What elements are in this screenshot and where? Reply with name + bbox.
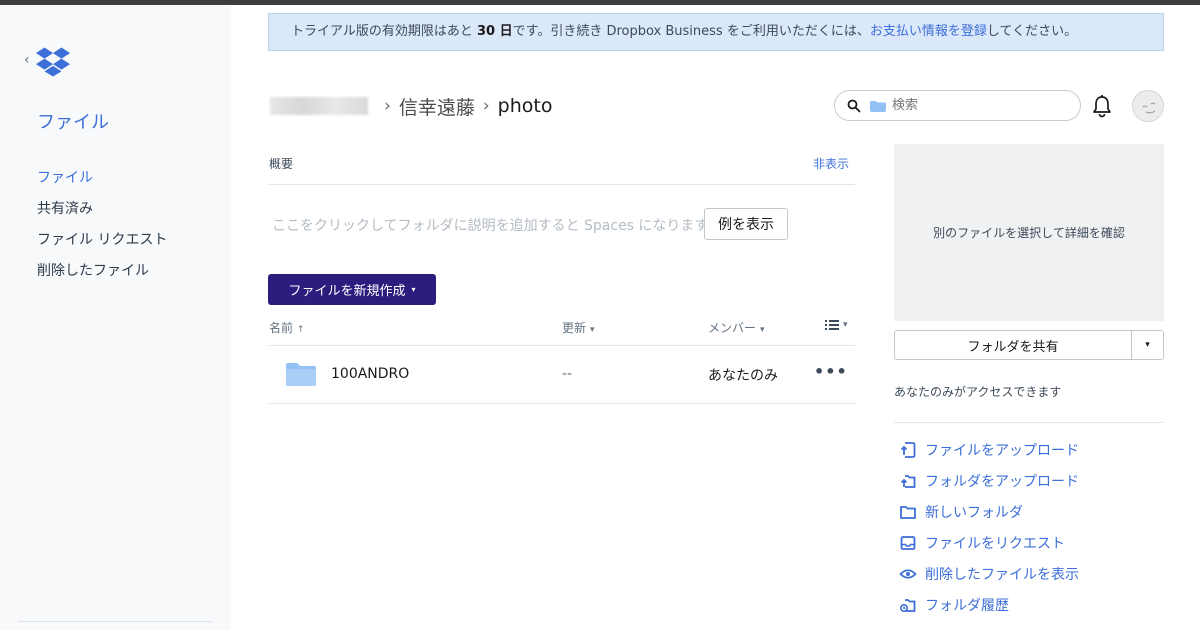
banner-days: 30 日 xyxy=(477,24,513,39)
action-new-folder[interactable]: 新しいフォルダ xyxy=(899,496,1079,527)
request-file-icon xyxy=(900,535,916,550)
action-label: 削除したファイルを表示 xyxy=(925,566,1079,583)
divider xyxy=(269,403,855,404)
table-row[interactable]: 100ANDRO -- あなたのみ ••• xyxy=(269,346,855,403)
divider xyxy=(269,184,855,185)
breadcrumb-separator: › xyxy=(482,96,490,116)
chevron-down-icon: ▾ xyxy=(590,325,595,335)
action-label: ファイルをアップロード xyxy=(925,442,1079,459)
overview-label: 概要 xyxy=(269,157,294,171)
create-new-file-label: ファイルを新規作成 xyxy=(288,284,406,299)
breadcrumb-root-redacted[interactable] xyxy=(270,97,368,115)
more-options-icon[interactable]: ••• xyxy=(814,362,848,381)
action-upload-folder[interactable]: フォルダをアップロード xyxy=(899,465,1079,496)
column-header-name-label: 名前 xyxy=(269,321,294,335)
list-view-icon xyxy=(825,320,839,330)
share-folder-button[interactable]: フォルダを共有 xyxy=(894,330,1132,360)
sidebar-item-deleted-files[interactable]: 削除したファイル xyxy=(37,260,167,291)
search-icon xyxy=(847,99,861,112)
file-name[interactable]: 100ANDRO xyxy=(331,366,409,382)
create-new-file-button[interactable]: ファイルを新規作成 ▾ xyxy=(268,274,436,305)
banner-text-suffix: してください。 xyxy=(986,24,1078,39)
dropbox-logo-icon[interactable] xyxy=(36,47,70,77)
upload-file-icon xyxy=(900,441,916,458)
search-box[interactable] xyxy=(834,90,1081,121)
search-input[interactable] xyxy=(892,98,1042,113)
action-label: フォルダ履歴 xyxy=(925,597,1009,614)
avatar-face-icon xyxy=(1142,102,1156,114)
sidebar-nav: ファイル 共有済み ファイル リクエスト 削除したファイル xyxy=(37,167,167,291)
column-header-updated[interactable]: 更新 ▾ xyxy=(562,319,595,336)
sidebar-divider xyxy=(18,621,212,622)
sidebar-item-shared[interactable]: 共有済み xyxy=(37,198,167,229)
file-members: あなたのみ xyxy=(708,368,778,384)
divider xyxy=(894,422,1164,423)
breadcrumb-current: photo xyxy=(497,95,553,117)
avatar[interactable] xyxy=(1132,90,1164,122)
chevron-down-icon: ▾ xyxy=(411,285,416,294)
sidebar-section-title: ファイル xyxy=(37,112,109,133)
payment-info-link[interactable]: お支払い情報を登録 xyxy=(870,24,987,39)
sort-ascending-icon: ↑ xyxy=(297,325,305,335)
column-header-members[interactable]: メンバー ▾ xyxy=(708,319,765,336)
breadcrumb: › 信幸遠藤 › photo xyxy=(270,93,552,119)
hide-overview-link[interactable]: 非表示 xyxy=(813,155,849,172)
new-folder-icon xyxy=(900,505,916,519)
breadcrumb-folder[interactable]: 信幸遠藤 xyxy=(399,93,475,120)
action-folder-history[interactable]: フォルダ履歴 xyxy=(899,589,1079,620)
action-label: ファイルをリクエスト xyxy=(925,535,1065,552)
chevron-down-icon: ▾ xyxy=(843,320,848,330)
share-options-dropdown[interactable]: ▾ xyxy=(1131,330,1164,360)
eye-icon xyxy=(899,568,917,579)
action-request-file[interactable]: ファイルをリクエスト xyxy=(899,527,1079,558)
details-placeholder-panel: 別のファイルを選択して詳細を確認 xyxy=(894,144,1164,321)
show-example-button[interactable]: 例を表示 xyxy=(704,208,788,240)
banner-text-prefix: トライアル版の有効期限はあと xyxy=(291,24,478,39)
column-header-members-label: メンバー xyxy=(708,321,757,335)
action-show-deleted-files[interactable]: 削除したファイルを表示 xyxy=(899,558,1079,589)
folder-icon xyxy=(286,363,316,386)
access-note: あなたのみがアクセスできます xyxy=(894,385,1062,399)
upload-folder-icon xyxy=(900,474,916,488)
sidebar-item-file-requests[interactable]: ファイル リクエスト xyxy=(37,229,167,260)
notification-bell-icon[interactable] xyxy=(1091,94,1113,118)
banner-text-middle: です。引き続き Dropbox Business をご利用いただくには、 xyxy=(512,24,870,39)
action-label: 新しいフォルダ xyxy=(925,504,1023,521)
sidebar-item-files[interactable]: ファイル xyxy=(37,167,167,198)
file-updated: -- xyxy=(562,366,573,382)
sidebar: ‹ ファイル ファイル 共有済み ファイル リクエスト 削除したファイル xyxy=(0,5,231,630)
action-label: フォルダをアップロード xyxy=(925,473,1079,490)
details-placeholder-text: 別のファイルを選択して詳細を確認 xyxy=(933,226,1125,240)
chevron-down-icon: ▾ xyxy=(760,325,765,335)
folder-history-icon xyxy=(899,598,916,612)
column-header-updated-label: 更新 xyxy=(562,321,587,335)
folder-actions-list: ファイルをアップロード フォルダをアップロード 新しいフォルダ ファイルをリクエ… xyxy=(899,434,1079,620)
view-options-button[interactable]: ▾ xyxy=(825,319,848,331)
action-upload-file[interactable]: ファイルをアップロード xyxy=(899,434,1079,465)
column-header-name[interactable]: 名前 ↑ xyxy=(269,319,305,336)
breadcrumb-separator: › xyxy=(384,96,391,116)
folder-description-placeholder[interactable]: ここをクリックしてフォルダに説明を追加すると Spaces になります xyxy=(272,215,708,235)
folder-scope-icon xyxy=(870,100,886,112)
trial-banner: トライアル版の有効期限はあと 30 日です。引き続き Dropbox Busin… xyxy=(268,13,1164,51)
collapse-sidebar-icon[interactable]: ‹ xyxy=(24,52,30,68)
